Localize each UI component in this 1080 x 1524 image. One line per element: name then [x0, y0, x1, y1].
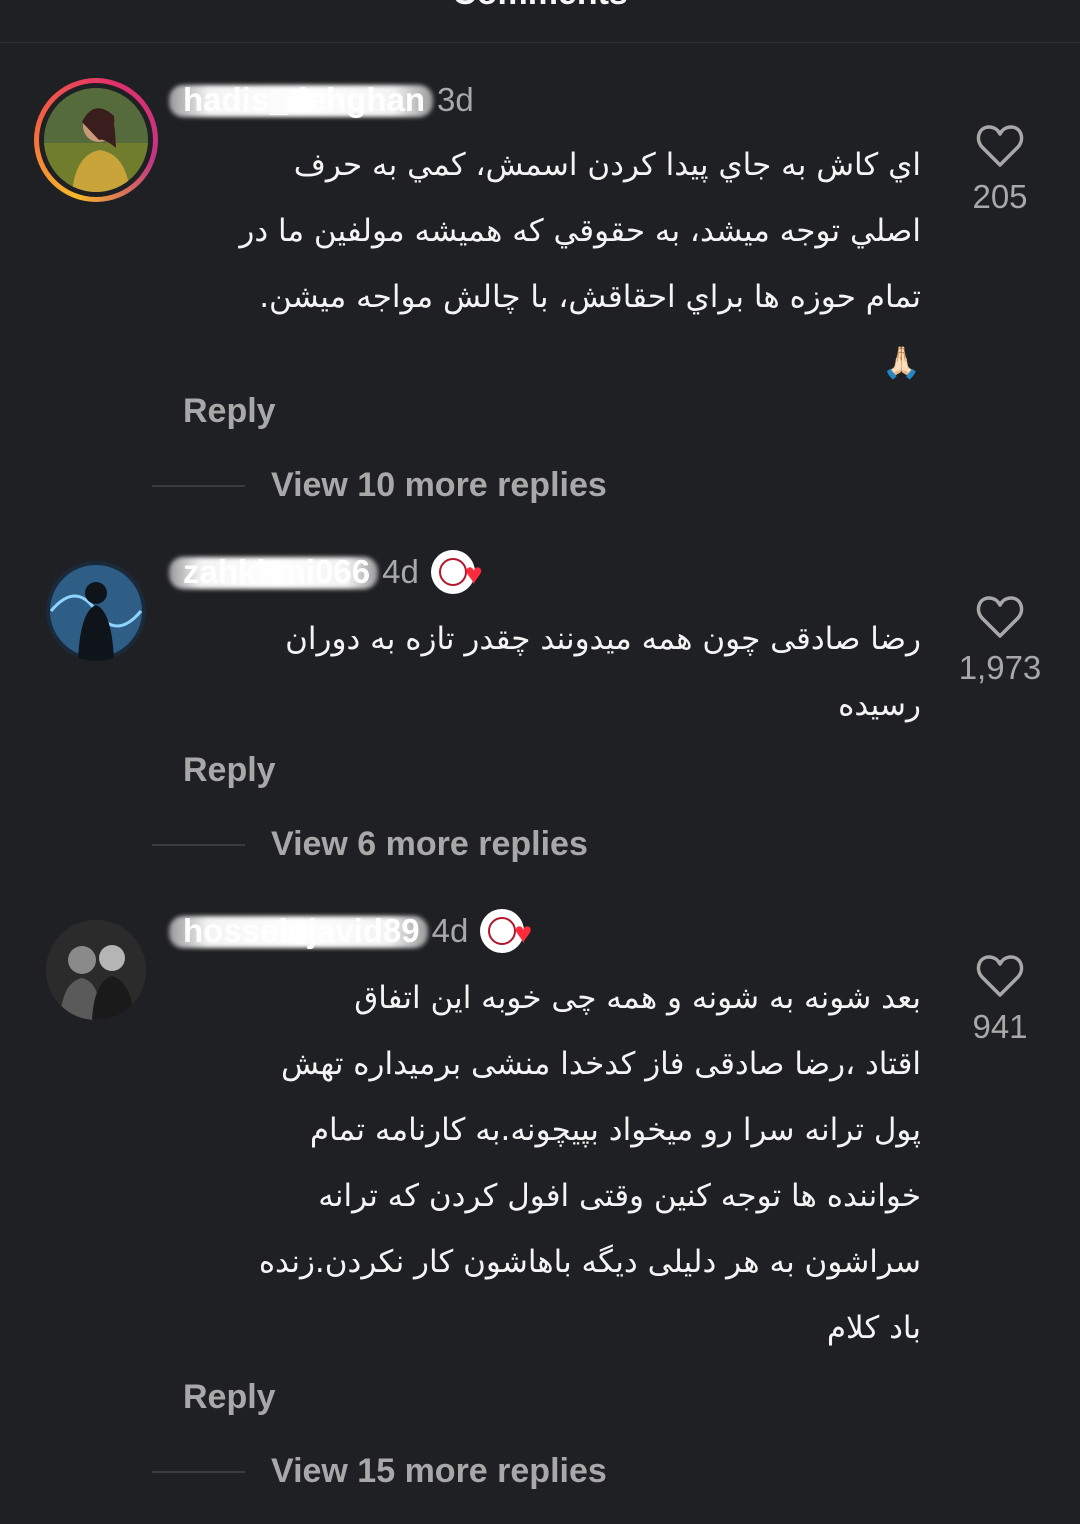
- comment-time: 4d: [382, 553, 419, 590]
- view-more-replies[interactable]: View 15 more replies: [152, 1452, 607, 1491]
- divider: [152, 484, 245, 487]
- comment-meta: zahkhmi066 4d ♥: [169, 550, 483, 594]
- view-more-replies[interactable]: View 10 more replies: [152, 466, 607, 505]
- username-redaction: [169, 557, 379, 589]
- avatar-photo: [44, 88, 148, 192]
- like-button[interactable]: 941: [940, 954, 1060, 1046]
- heart-outline-icon: [976, 125, 1024, 167]
- heart-outline-icon: [976, 596, 1024, 638]
- reply-button[interactable]: Reply: [183, 392, 276, 431]
- reply-button[interactable]: Reply: [183, 751, 276, 790]
- username[interactable]: hosseinjavid89: [169, 912, 428, 950]
- like-count: 941: [972, 1008, 1028, 1045]
- view-more-replies[interactable]: View 6 more replies: [152, 825, 588, 864]
- like-count: 1,973: [958, 649, 1042, 686]
- praying-hands-emoji: 🙏🏻: [882, 345, 921, 381]
- comment-text: بعد شونه به شونه و همه چی خوبه این اتفاق…: [258, 980, 921, 1346]
- username-redaction: [169, 916, 428, 948]
- page-title: Comments: [0, 0, 1080, 13]
- username[interactable]: zahkhmi066: [169, 553, 379, 591]
- reply-button[interactable]: Reply: [183, 1378, 276, 1417]
- username-redaction: [169, 85, 434, 117]
- avatar[interactable]: [46, 920, 146, 1020]
- header: Comments: [0, 0, 1080, 43]
- like-button[interactable]: 205: [940, 124, 1060, 216]
- username[interactable]: hadis_dehghan: [169, 81, 434, 119]
- comment-meta: hadis_dehghan 3d: [169, 80, 474, 120]
- divider: [152, 1470, 245, 1473]
- divider: [152, 843, 245, 846]
- avatar[interactable]: [34, 78, 158, 202]
- comment-time: 4d: [431, 912, 469, 949]
- like-button[interactable]: 1,973: [940, 595, 1060, 687]
- verified-fan-badge-icon: ♥: [480, 909, 532, 953]
- heart-outline-icon: [976, 955, 1024, 997]
- comment-text: رضا صادقی چون همه میدونند چقدر تازه به د…: [285, 621, 921, 723]
- comment-text: اي كاش به جاي پيدا كردن اسمش، كمي به حرف…: [183, 132, 921, 396]
- verified-fan-badge-icon: ♥: [430, 550, 483, 594]
- comment-time: 3d: [437, 81, 474, 118]
- comment-meta: hosseinjavid89 4d ♥: [169, 909, 532, 953]
- avatar[interactable]: [46, 561, 146, 661]
- like-count: 205: [972, 178, 1028, 215]
